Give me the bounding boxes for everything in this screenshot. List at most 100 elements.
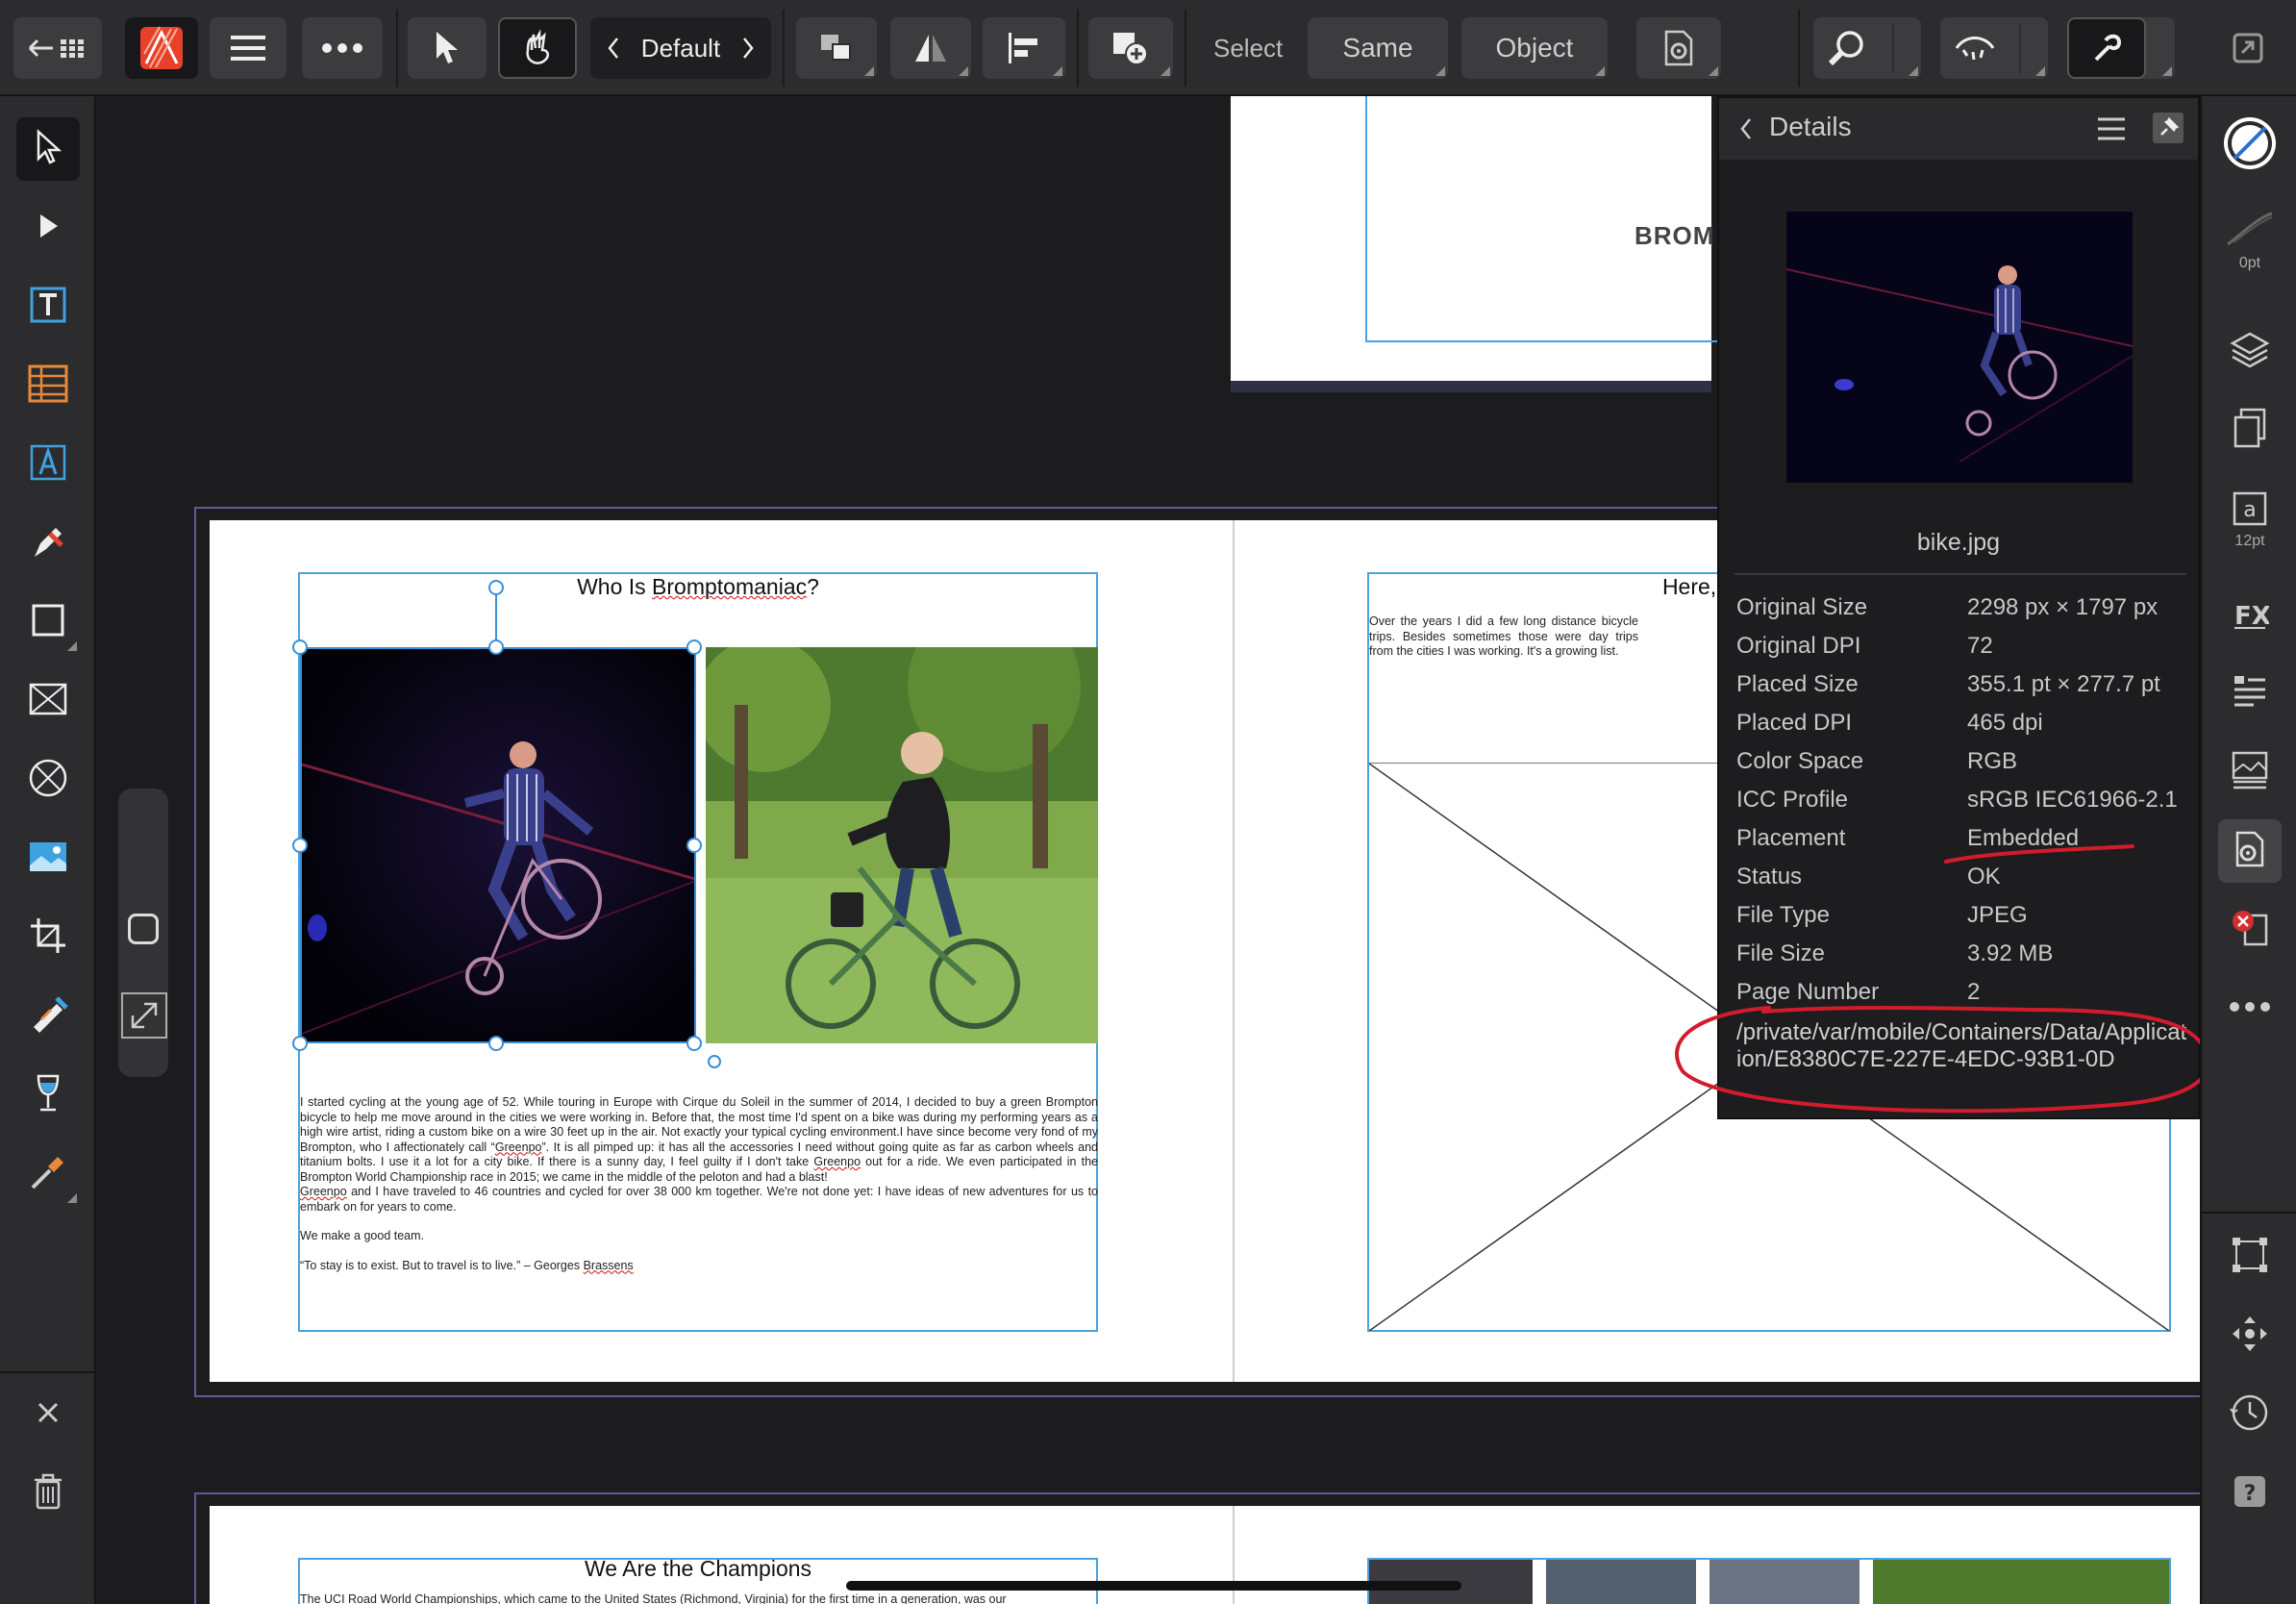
resource-gear-icon	[2230, 829, 2270, 874]
navigator-studio[interactable]	[2218, 1304, 2282, 1367]
grid-photo[interactable]	[1873, 1560, 2169, 1604]
resize-handle-br[interactable]	[686, 1036, 702, 1051]
studio-bar: 0pt a 12pt FX ?	[2200, 96, 2296, 1604]
rectangle-tool[interactable]	[16, 590, 80, 654]
body-text[interactable]: I started cycling at the young age of 52…	[300, 1095, 1098, 1288]
resize-handle-tl[interactable]	[292, 639, 308, 655]
zoom-button[interactable]	[1813, 17, 1921, 79]
chevron-right-icon[interactable]	[740, 36, 756, 61]
artistic-text-tool[interactable]	[16, 433, 80, 496]
history-studio[interactable]	[2218, 1383, 2282, 1446]
move-arrows-icon	[2231, 1315, 2269, 1358]
resource-manager-studio[interactable]	[2218, 819, 2282, 883]
persona-selector[interactable]: Default	[590, 17, 771, 79]
chevron-left-icon[interactable]	[606, 36, 621, 61]
more-button[interactable]	[302, 17, 383, 79]
resize-handle-b[interactable]	[488, 1036, 504, 1051]
picture-frame-rectangle-tool[interactable]	[16, 669, 80, 733]
bike-image[interactable]	[300, 647, 696, 1043]
resize-handle-r[interactable]	[686, 838, 702, 853]
spelling-flag: Greenpo	[813, 1155, 861, 1168]
close-icon	[36, 1400, 61, 1430]
move-tool[interactable]	[16, 117, 80, 181]
picture-frame-rectangle-icon	[28, 682, 68, 721]
rotation-stem	[495, 588, 497, 647]
table-tool[interactable]	[16, 354, 80, 417]
text-frame[interactable]: Who Is Bromptomaniac? I started cycling …	[292, 572, 1098, 1332]
select-same-button[interactable]: Same	[1308, 17, 1448, 79]
snapping-button[interactable]	[2067, 17, 2175, 79]
help-button[interactable]: ?	[2218, 1462, 2282, 1525]
place-image-tool[interactable]	[16, 827, 80, 890]
fill-tool[interactable]	[16, 985, 80, 1048]
close-button[interactable]	[16, 1383, 80, 1446]
layers-studio[interactable]	[2218, 319, 2282, 383]
effects-studio[interactable]: FX	[2218, 585, 2282, 648]
text-styles-studio[interactable]	[2218, 662, 2282, 725]
flip-icon	[911, 31, 950, 65]
transform-studio[interactable]	[2218, 1225, 2282, 1289]
top-toolbar: Default Select Same Object	[0, 0, 2296, 96]
stroke-color-well[interactable]	[2218, 113, 2282, 177]
color-picker-tool[interactable]	[16, 1142, 80, 1206]
more-icon	[321, 42, 363, 54]
view-mode-button[interactable]	[1940, 17, 2048, 79]
stroke-width-control[interactable]: 0pt	[2218, 196, 2282, 285]
resize-handle-tr[interactable]	[686, 639, 702, 655]
menu-icon	[229, 34, 267, 63]
select-settings-button[interactable]	[1636, 17, 1721, 79]
corner-indicator	[1053, 66, 1062, 76]
view-icon	[1954, 31, 1996, 65]
rotate-handle[interactable]	[488, 580, 504, 595]
stock-studio[interactable]	[2218, 740, 2282, 804]
crop-tool[interactable]	[16, 906, 80, 969]
menu-button[interactable]	[210, 17, 287, 79]
quote-paragraph: “To stay is to exist. But to travel is t…	[300, 1258, 634, 1272]
add-object-icon	[1110, 29, 1152, 67]
pages-studio[interactable]	[2218, 398, 2282, 462]
app-logo-button[interactable]	[125, 17, 198, 79]
resize-handle-l[interactable]	[292, 838, 308, 853]
back-grid-button[interactable]	[13, 17, 102, 79]
node-tool[interactable]	[16, 196, 80, 260]
preflight-studio[interactable]	[2218, 898, 2282, 962]
hand-tool-button[interactable]	[498, 17, 577, 79]
select-object-button[interactable]: Object	[1461, 17, 1608, 79]
cyclist-photo[interactable]	[706, 647, 1098, 1043]
svg-text:FX: FX	[2234, 602, 2269, 631]
home-indicator[interactable]	[846, 1581, 1461, 1591]
resize-handle-bl[interactable]	[292, 1036, 308, 1051]
grid-photo[interactable]	[1546, 1560, 1696, 1604]
text-frame[interactable]: BROM	[1365, 96, 1750, 342]
character-studio[interactable]: a 12pt	[2218, 477, 2282, 564]
expand-toggle[interactable]	[121, 992, 167, 1039]
pen-tool[interactable]	[16, 512, 80, 575]
help-icon: ?	[2234, 1475, 2266, 1513]
corner-indicator	[1160, 66, 1170, 76]
toolbar-separator	[1077, 10, 1079, 87]
history-clock-icon	[2230, 1392, 2270, 1438]
crop-handle[interactable]	[708, 1055, 721, 1068]
flip-button[interactable]	[890, 17, 971, 79]
toolbar-separator	[396, 10, 398, 87]
photo-grid[interactable]	[1367, 1558, 2171, 1604]
transparency-tool[interactable]	[16, 1064, 80, 1127]
resize-handle-t[interactable]	[488, 639, 504, 655]
fullscreen-button[interactable]	[2213, 17, 2283, 79]
transform-icon	[2231, 1236, 2269, 1279]
delete-button[interactable]	[16, 1462, 80, 1525]
frame-text-tool[interactable]	[16, 275, 80, 338]
app-logo-icon	[138, 25, 185, 71]
body-text: Over the years I did a few long distance…	[1369, 614, 1638, 658]
grid-photo[interactable]	[1710, 1560, 1859, 1604]
move-tool-button[interactable]	[408, 17, 487, 79]
arrange-button[interactable]	[796, 17, 877, 79]
page-left[interactable]: Who Is Bromptomaniac? I started cycling …	[210, 520, 1233, 1382]
body-paragraph: I started cycling at the young age of 52…	[300, 1095, 1098, 1184]
hand-tool-icon	[518, 29, 557, 67]
corner-indicator	[1709, 66, 1718, 76]
align-button[interactable]	[983, 17, 1065, 79]
more-studios-button[interactable]	[2218, 977, 2282, 1040]
picture-frame-ellipse-tool[interactable]	[16, 748, 80, 812]
add-object-button[interactable]	[1088, 17, 1173, 79]
